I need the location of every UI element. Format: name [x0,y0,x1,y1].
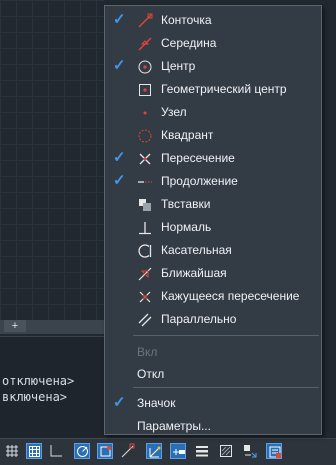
parallel-icon [138,313,152,327]
menu-item-label: Касательная [161,243,232,257]
intersection-icon [139,153,151,165]
menu-item-midpoint[interactable]: Середина [105,32,321,55]
menu-item-label: Пересечение [161,151,235,165]
polar-tracking-icon[interactable] [74,443,90,459]
transparency-icon[interactable] [218,443,234,459]
dynamic-input-icon[interactable] [170,443,186,459]
lineweight-icon[interactable] [194,443,210,459]
annotation-monitor-icon[interactable] [266,443,282,459]
checkmark-icon: ✓ [113,57,126,74]
menu-item-label: Центр [161,59,196,73]
checkmark-icon: ✓ [113,11,126,28]
menu-item-label: Ближайшая [161,266,227,280]
menu-item-label: Конточка [161,13,212,27]
menu-item-nearest[interactable]: Ближайшая [105,262,321,285]
checkmark-icon: ✓ [113,149,126,166]
menu-item-label: Нормаль [161,220,212,234]
menu-item-label: Геометрический центр [161,82,287,96]
object-snap-menu: ✓ Конточка Середина ✓ Центр Геометрическ… [104,5,322,435]
menu-item-intersection[interactable]: ✓ Пересечение [105,147,321,170]
add-layout-tab-button[interactable]: + [4,320,26,332]
menu-item-extension[interactable]: ✓ Продолжение [105,170,321,193]
menu-item-label: Твставки [161,197,211,211]
menu-item-label: Середина [161,36,217,50]
command-line-text: отключена> [2,374,75,388]
center-icon [138,60,152,74]
menu-item-geometric-center[interactable]: Геометрический центр [105,78,321,101]
menu-item-quadrant[interactable]: Квадрант [105,124,321,147]
nearest-icon [138,267,152,281]
menu-item-label: Откл [137,367,165,381]
menu-item-parallel[interactable]: Параллельно [105,308,321,331]
perpendicular-icon [139,222,151,235]
extension-icon [138,181,152,183]
menu-item-label: Квадрант [161,128,214,142]
menu-item-label: Узел [161,105,187,119]
endpoint-icon [138,13,153,28]
menu-item-perpendicular[interactable]: Нормаль [105,216,321,239]
tangent-icon [138,244,152,258]
menu-item-tangent[interactable]: Касательная [105,239,321,262]
menu-item-label: Параллельно [161,312,237,326]
midpoint-icon [138,37,152,51]
selection-cycling-icon[interactable] [242,443,258,459]
menu-item-endpoint[interactable]: ✓ Конточка [105,9,321,32]
checkmark-icon: ✓ [113,394,126,411]
menu-item-label: Параметры... [137,419,211,433]
menu-item-settings[interactable]: Параметры... [105,415,321,438]
insertion-icon [139,199,151,211]
apparent-intersection-icon [139,291,151,303]
menu-separator [133,335,319,336]
menu-separator [133,387,319,388]
object-snap-icon[interactable] [97,443,113,459]
menu-item-tracking[interactable]: ✓ Значок [105,392,321,415]
geometric-center-icon [139,84,151,96]
menu-item-off[interactable]: Откл [105,363,321,386]
menu-item-apparent-intersection[interactable]: Кажущееся пересечение [105,285,321,308]
node-icon [143,111,147,115]
menu-item-on[interactable]: Вкл [105,341,321,364]
command-line-text: включена> [2,390,68,404]
menu-item-node[interactable]: Узел [105,101,321,124]
dynamic-ucs-icon[interactable] [146,443,162,459]
snap-tracking-icon[interactable] [120,443,136,459]
drawing-canvas[interactable] [0,0,104,322]
command-history: отключена> включена> [0,336,104,437]
menu-item-insertion[interactable]: Твставки [105,193,321,216]
grid-display-icon[interactable] [26,443,42,459]
menu-item-label: Продолжение [161,174,238,188]
ortho-icon[interactable] [48,443,64,459]
menu-item-center[interactable]: ✓ Центр [105,55,321,78]
status-bar [0,438,336,465]
menu-item-label: Вкл [137,345,158,359]
checkmark-icon: ✓ [113,172,126,189]
grid-icon[interactable] [4,443,20,459]
menu-item-label: Кажущееся пересечение [161,289,300,303]
menu-item-label: Значок [137,396,176,410]
quadrant-icon [138,129,152,143]
